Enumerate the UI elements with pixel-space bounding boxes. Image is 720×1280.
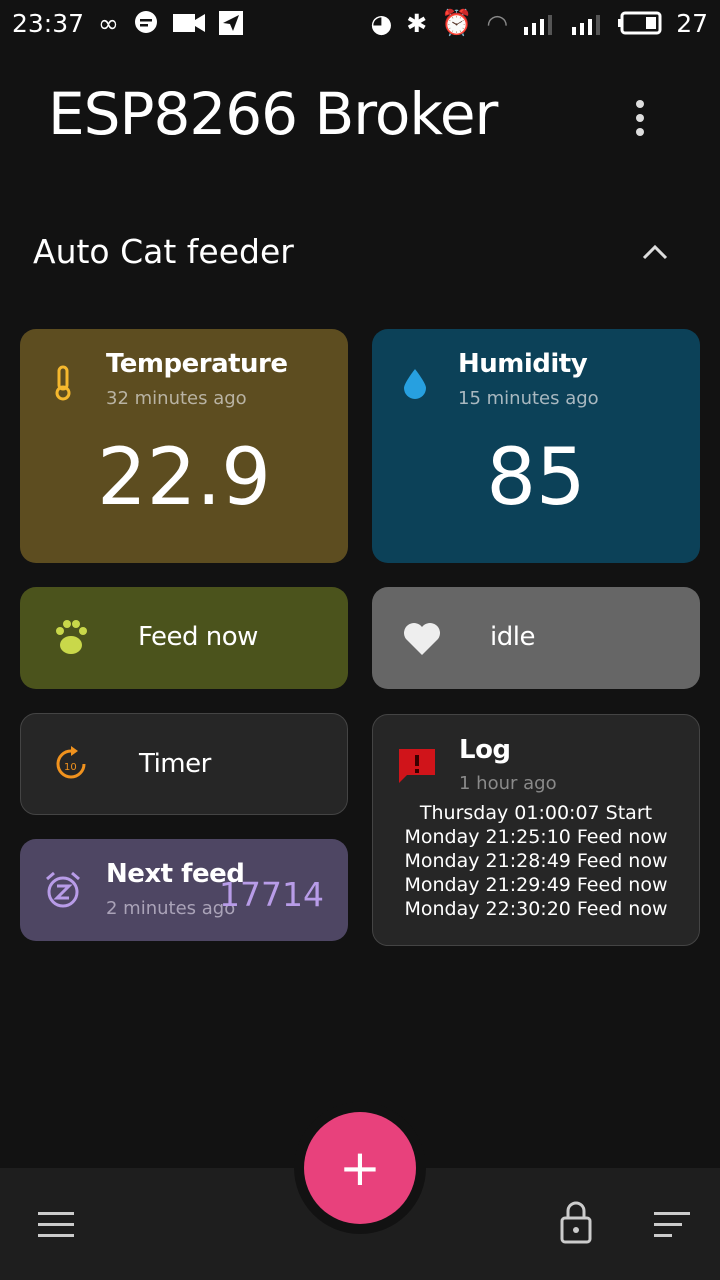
chevron-up-icon[interactable] — [640, 240, 670, 264]
page-title: ESP8266 Broker — [48, 80, 498, 148]
log-entry: Monday 21:29:49 Feed now — [404, 874, 668, 896]
more-vertical-icon[interactable] — [626, 96, 654, 140]
log-entry: Monday 21:25:10 Feed now — [404, 826, 668, 848]
tile-subtitle: 32 minutes ago — [106, 388, 247, 409]
tile-title: Timer — [139, 749, 211, 779]
thermometer-icon — [55, 365, 71, 401]
section-title: Auto Cat feeder — [33, 232, 294, 271]
timer-10-icon: 10 — [56, 746, 86, 779]
tile-title: Humidity — [458, 349, 588, 379]
snooze-alarm-icon — [46, 871, 80, 908]
svg-text:10: 10 — [64, 762, 77, 773]
telegram-icon — [218, 11, 243, 35]
log-entry: Monday 22:30:20 Feed now — [404, 898, 668, 920]
water-drop-icon — [404, 369, 426, 399]
sort-icon[interactable] — [654, 1212, 690, 1238]
battery-level: 27 — [676, 8, 708, 38]
tile-subtitle: 1 hour ago — [459, 773, 557, 794]
status-tile[interactable]: idle — [372, 587, 700, 689]
tile-title: Log — [459, 735, 511, 765]
log-entry: Thursday 01:00:07 Start — [419, 802, 653, 824]
chat-icon — [134, 11, 157, 33]
tile-subtitle: 15 minutes ago — [458, 388, 599, 409]
temperature-tile[interactable]: Temperature 32 minutes ago 22.9 — [20, 329, 348, 563]
lock-icon[interactable] — [560, 1200, 592, 1244]
paw-icon — [56, 620, 87, 654]
timer-button[interactable]: 10 Timer — [20, 713, 348, 815]
next-feed-tile[interactable]: Next feed 2 minutes ago 17714 — [20, 839, 348, 941]
video-icon — [172, 14, 205, 32]
log-entry: Monday 21:28:49 Feed now — [404, 850, 668, 872]
infinity-icon: ∞ — [98, 8, 119, 38]
clock: 23:37 — [12, 8, 85, 38]
plus-icon: + — [339, 1139, 381, 1197]
wifi-icon: ◠ — [486, 8, 509, 38]
temperature-value: 22.9 — [97, 433, 271, 523]
status-bar: 23:37 ∞ ◕ ✱ ⏰ ◠ 27 — [0, 0, 720, 46]
humidity-value: 85 — [486, 433, 586, 523]
signal-3g-icon — [524, 15, 553, 35]
tile-title: idle — [490, 622, 535, 652]
heart-icon — [404, 623, 440, 655]
log-tile[interactable]: Log 1 hour ago Thursday 01:00:07 Start M… — [372, 714, 700, 946]
tile-subtitle: 2 minutes ago — [106, 898, 236, 919]
bluetooth-icon: ✱ — [406, 8, 428, 38]
battery-icon — [618, 11, 662, 35]
alarm-icon: ⏰ — [441, 8, 473, 37]
add-fab-button[interactable]: + — [304, 1112, 416, 1224]
tile-title: Feed now — [138, 622, 258, 652]
hamburger-menu-icon[interactable] — [38, 1212, 74, 1238]
feed-now-button[interactable]: Feed now — [20, 587, 348, 689]
data-saver-icon: ◕ — [370, 8, 393, 38]
humidity-tile[interactable]: Humidity 15 minutes ago 85 — [372, 329, 700, 563]
next-feed-value: 17714 — [219, 875, 324, 914]
tile-title: Temperature — [106, 349, 288, 379]
log-list: Thursday 01:00:07 Start Monday 21:25:10 … — [373, 801, 699, 921]
signal-icon — [572, 15, 601, 35]
alert-message-icon — [399, 749, 435, 783]
